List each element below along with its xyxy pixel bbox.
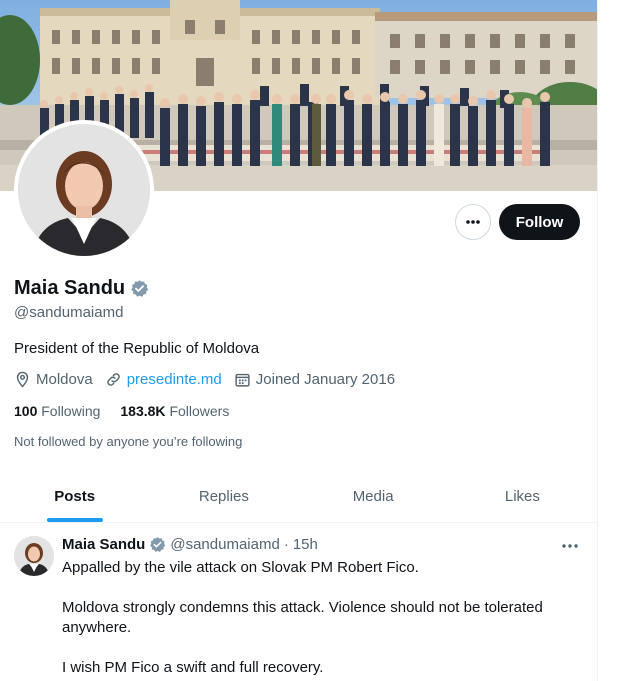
tab-media[interactable]: Media — [299, 470, 448, 522]
more-horizontal-icon — [562, 544, 578, 548]
profile-photo — [18, 124, 150, 256]
active-tab-indicator — [46, 518, 103, 522]
tab-replies[interactable]: Replies — [149, 470, 298, 522]
location-pin-icon — [16, 371, 29, 388]
tweet-header: Maia Sandu @sandumaiamd · 15h — [62, 536, 318, 553]
tab-likes[interactable]: Likes — [448, 470, 597, 522]
following-link[interactable]: 100 Following — [14, 403, 100, 419]
profile-name-text: Maia Sandu — [14, 277, 126, 299]
calendar-icon — [235, 373, 250, 387]
following-count: 100 — [14, 403, 38, 419]
tab-media-label: Media — [352, 487, 394, 505]
verified-badge-icon[interactable] — [149, 536, 166, 553]
profile-handle: @sandumaiamd — [14, 304, 124, 321]
tweet-timestamp[interactable]: 15h — [293, 536, 318, 553]
more-horizontal-icon — [466, 220, 480, 224]
profile-meta: Moldova presedinte.md Joined January 201… — [14, 371, 407, 388]
profile-tabs: Posts Replies Media Likes — [0, 470, 597, 523]
tweet-author-handle[interactable]: @sandumaiamd — [170, 536, 279, 553]
tab-posts-label: Posts — [54, 487, 96, 505]
tab-likes-label: Likes — [504, 487, 540, 505]
tweet-author-name[interactable]: Maia Sandu — [62, 536, 145, 553]
followers-label: Followers — [169, 403, 230, 419]
joined-text: Joined January 2016 — [255, 371, 396, 388]
follow-counts: 100 Following 183.8K Followers — [14, 403, 249, 419]
follow-button[interactable]: Follow — [499, 204, 580, 240]
website-item[interactable]: presedinte.md — [105, 371, 222, 388]
tweet-separator: · — [283, 536, 289, 553]
more-options-button[interactable] — [455, 204, 491, 240]
profile-column: Follow Maia Sandu @sandumaiamd President… — [0, 0, 598, 681]
not-followed-note: Not followed by anyone you’re following — [14, 434, 243, 449]
website-link[interactable]: presedinte.md — [127, 371, 222, 388]
profile-bio: President of the Republic of Moldova — [14, 340, 260, 357]
followers-link[interactable]: 183.8K Followers — [120, 403, 229, 419]
tweet-text-line: Appalled by the vile attack on Slovak PM… — [62, 559, 419, 576]
tweet[interactable]: Maia Sandu @sandumaiamd · 15h Appalled b… — [0, 523, 597, 681]
tweet-more-button[interactable] — [560, 538, 580, 554]
profile-avatar[interactable] — [14, 120, 154, 260]
joined-item: Joined January 2016 — [234, 371, 395, 388]
location-text: Moldova — [36, 371, 93, 388]
location-item: Moldova — [14, 371, 93, 388]
tweet-avatar[interactable] — [14, 536, 54, 576]
tweet-avatar-photo — [14, 536, 54, 576]
profile-name: Maia Sandu — [14, 277, 149, 300]
tab-replies-label: Replies — [198, 487, 249, 505]
link-icon — [106, 373, 120, 386]
followers-count: 183.8K — [120, 403, 166, 419]
tab-posts[interactable]: Posts — [0, 470, 149, 522]
verified-badge-icon[interactable] — [130, 279, 149, 298]
tweet-text-line: Moldova strongly condemns this attack. V… — [62, 599, 543, 636]
following-label: Following — [41, 403, 101, 419]
tweet-text-line: I wish PM Fico a swift and full recovery… — [62, 659, 324, 676]
